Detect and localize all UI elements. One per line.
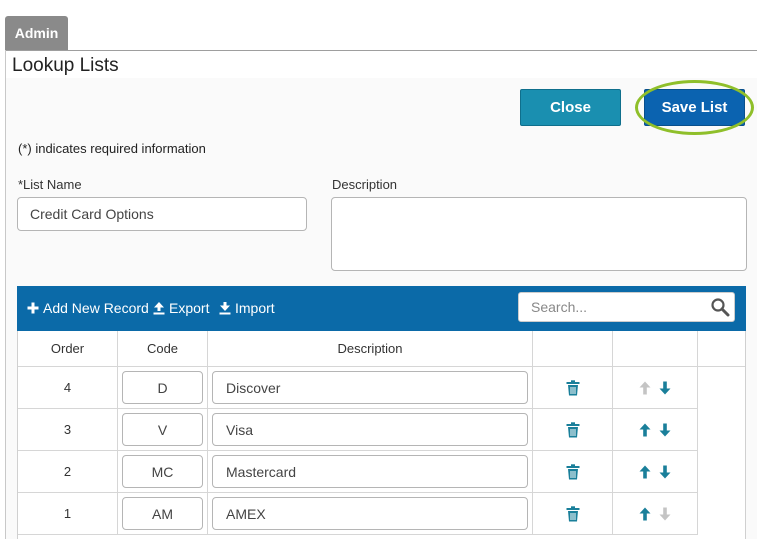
code-input[interactable]: AM: [122, 497, 203, 530]
description-input[interactable]: Mastercard: [212, 455, 528, 488]
list-name-label: *List Name: [18, 177, 82, 192]
panel-left-border: [5, 50, 6, 539]
description-cell: AMEX: [208, 493, 533, 535]
arrow-down-icon[interactable]: [659, 423, 671, 437]
trash-icon[interactable]: [566, 463, 580, 480]
description-textarea[interactable]: [331, 197, 747, 271]
order-cell: 1: [18, 493, 118, 535]
description-cell: Visa: [208, 409, 533, 451]
arrow-up-icon[interactable]: [639, 423, 651, 437]
upload-icon: [153, 302, 165, 315]
export-button[interactable]: Export: [153, 300, 209, 316]
code-input[interactable]: D: [122, 371, 203, 404]
description-label: Description: [332, 177, 398, 192]
add-new-record-button[interactable]: Add New Record: [27, 300, 149, 316]
order-cell: 3: [18, 409, 118, 451]
page-title: Lookup Lists: [12, 55, 119, 76]
required-note: (*) indicates required information: [18, 141, 206, 156]
extra-cell: [698, 409, 745, 451]
add-new-record-label: Add New Record: [43, 300, 149, 316]
order-cell: 4: [18, 367, 118, 409]
header-divider: [5, 50, 757, 51]
extra-cell: [698, 493, 745, 535]
arrow-down-icon: [659, 507, 671, 520]
order-cell: 2: [18, 451, 118, 493]
search-placeholder: Search...: [531, 299, 588, 315]
code-input[interactable]: MC: [122, 455, 203, 488]
delete-cell: [533, 409, 613, 451]
search-icon[interactable]: [710, 297, 730, 317]
description-input[interactable]: Visa: [212, 413, 528, 446]
column-header-move: [613, 331, 698, 367]
description-input[interactable]: AMEX: [212, 497, 528, 530]
code-cell: V: [118, 409, 208, 451]
move-cell: [613, 367, 698, 409]
grid-toolbar: Add New Record Export Import Search...: [17, 286, 746, 331]
arrow-down-icon[interactable]: [659, 465, 671, 479]
plus-icon: [27, 302, 39, 314]
export-label: Export: [169, 300, 210, 316]
code-cell: D: [118, 367, 208, 409]
column-header-code[interactable]: Code: [118, 331, 208, 367]
code-cell: MC: [118, 451, 208, 493]
trash-icon[interactable]: [566, 421, 580, 438]
description-cell: Discover: [208, 367, 533, 409]
delete-cell: [533, 367, 613, 409]
column-header-delete: [533, 331, 613, 367]
column-header-order[interactable]: Order: [18, 331, 118, 367]
records-table: Order Code Description 4 D Discover 3 V: [17, 331, 746, 539]
import-label: Import: [235, 300, 275, 316]
admin-tab[interactable]: Admin: [5, 16, 68, 50]
trash-icon[interactable]: [566, 505, 580, 522]
column-header-extra: [698, 331, 745, 367]
code-input[interactable]: V: [122, 413, 203, 446]
column-header-description[interactable]: Description: [208, 331, 533, 367]
description-cell: Mastercard: [208, 451, 533, 493]
close-button[interactable]: Close: [520, 89, 621, 126]
code-cell: AM: [118, 493, 208, 535]
delete-cell: [533, 451, 613, 493]
extra-cell: [698, 367, 745, 409]
arrow-up-icon[interactable]: [639, 507, 651, 521]
delete-cell: [533, 493, 613, 535]
trash-icon[interactable]: [566, 379, 580, 396]
arrow-down-icon[interactable]: [659, 381, 671, 395]
list-name-input[interactable]: Credit Card Options: [17, 197, 307, 231]
search-input[interactable]: Search...: [518, 292, 735, 322]
move-cell: [613, 409, 698, 451]
download-icon: [219, 302, 231, 315]
highlight-ring: [635, 80, 754, 135]
arrow-up-icon: [639, 381, 651, 394]
arrow-up-icon[interactable]: [639, 465, 651, 479]
import-button[interactable]: Import: [219, 300, 275, 316]
move-cell: [613, 493, 698, 535]
description-input[interactable]: Discover: [212, 371, 528, 404]
move-cell: [613, 451, 698, 493]
extra-cell: [698, 451, 745, 493]
